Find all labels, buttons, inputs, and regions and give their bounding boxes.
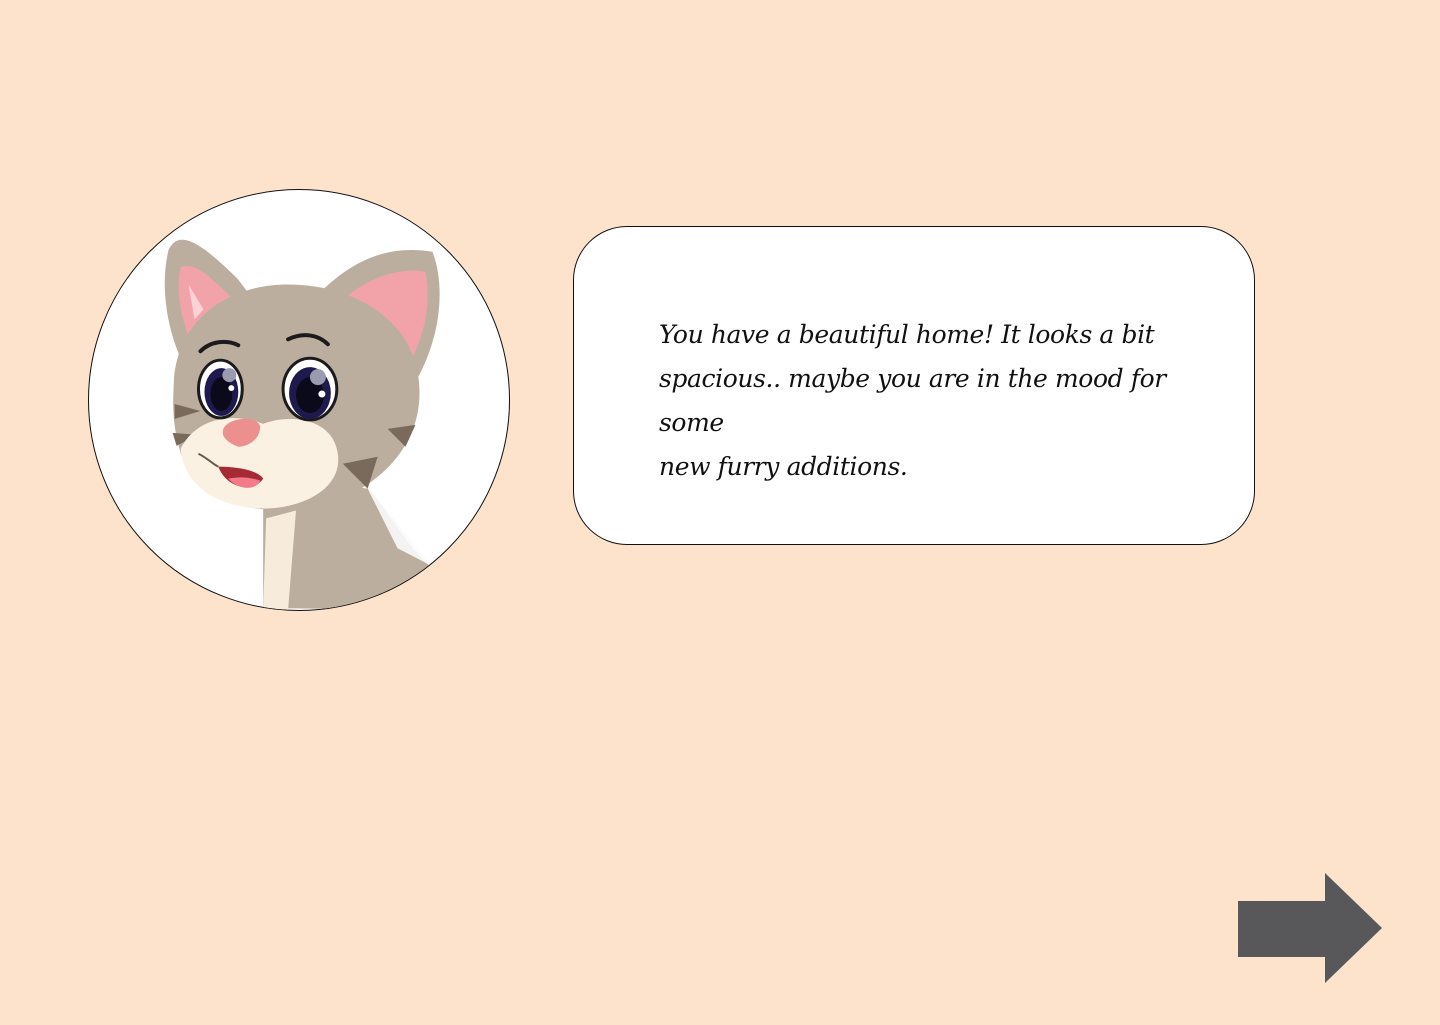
- cat-character-icon: [164, 239, 448, 610]
- character-portrait: [88, 189, 510, 611]
- right-arrow-icon: [1238, 873, 1382, 983]
- dialog-text: You have a beautiful home! It looks a bi…: [659, 320, 1166, 481]
- next-button[interactable]: [1236, 871, 1384, 985]
- speech-bubble: You have a beautiful home! It looks a bi…: [573, 226, 1255, 545]
